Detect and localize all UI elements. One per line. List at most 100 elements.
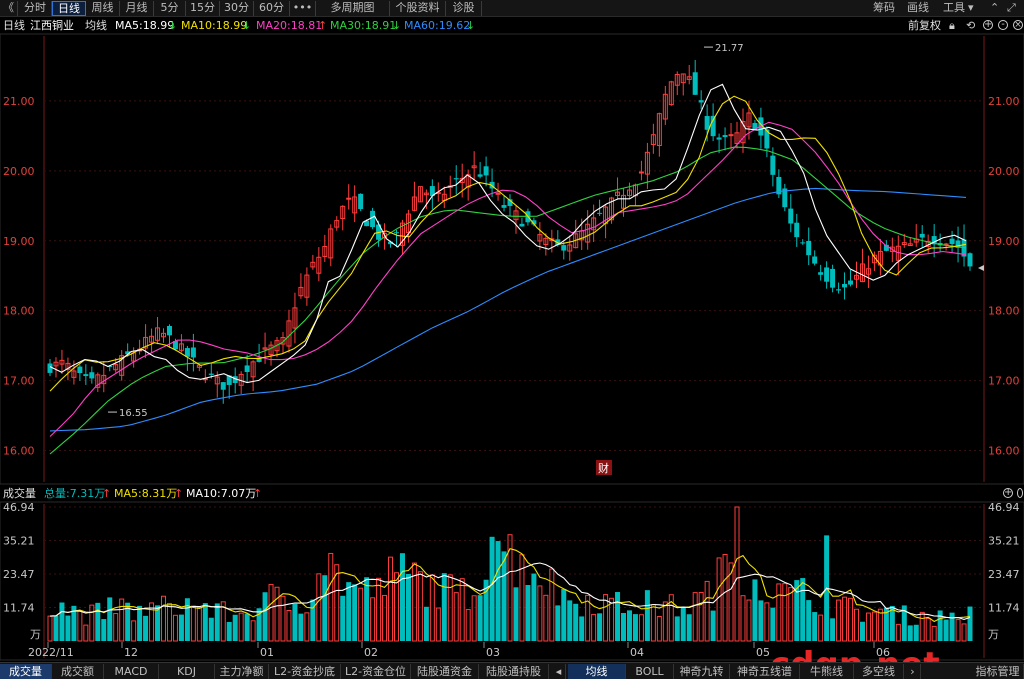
period-tab[interactable]: 30分	[220, 1, 254, 16]
ma-mode-label[interactable]: 均线	[85, 17, 107, 34]
indicator-tab[interactable]: 成交量	[0, 664, 52, 679]
volume-bar	[937, 610, 943, 641]
volume-bar	[812, 612, 818, 641]
volume-bar	[621, 612, 627, 641]
volume-bar	[806, 600, 812, 641]
candle-body	[836, 289, 842, 291]
zoom-in-icon[interactable]: +	[983, 20, 993, 30]
volume-bar	[399, 553, 405, 641]
indicator-tab[interactable]: 主力净额	[215, 664, 269, 679]
volume-bar	[913, 624, 919, 641]
volume-zoom-icon[interactable]: +	[1003, 488, 1013, 498]
expand-icon[interactable]: ⤢	[1007, 1, 1016, 16]
candle-body	[220, 382, 226, 390]
overlay-tab[interactable]: 神奇五线谱	[730, 664, 800, 679]
candle-body	[949, 238, 955, 245]
period-tab[interactable]: 日线	[52, 1, 86, 16]
period-tab[interactable]: 周线	[86, 1, 120, 16]
stock-name[interactable]: 江西铜业	[30, 17, 74, 34]
period-tab[interactable]: 个股资料	[390, 1, 446, 16]
period-tab[interactable]: 分时	[19, 1, 52, 16]
volume-bar	[423, 606, 429, 641]
volume-bar	[525, 585, 531, 641]
volume-tick-left: 23.47	[3, 568, 35, 581]
scroll-left-icon[interactable]: ◂	[552, 664, 566, 679]
volume-unit-right: 万	[988, 628, 999, 641]
adjust-label[interactable]: 前复权	[908, 17, 941, 34]
volume-ma5: MA5:8.31万	[114, 487, 178, 500]
candle-body	[722, 135, 728, 138]
chips-button[interactable]: 筹码	[873, 1, 895, 16]
pin-icon[interactable]: ⌃	[990, 1, 999, 16]
candle-body	[728, 134, 734, 137]
period-tab[interactable]: 多周期图	[316, 1, 390, 16]
candle-body	[818, 272, 824, 275]
candle-body	[358, 193, 364, 210]
overlay-tab[interactable]: 神奇九转	[674, 664, 730, 679]
volume-bar	[364, 577, 370, 641]
volume-bar	[555, 605, 561, 641]
period-tab[interactable]: 月线	[120, 1, 154, 16]
indicator-manage-button[interactable]: 指标管理	[972, 664, 1024, 679]
price-tick-left: 16.00	[3, 445, 35, 458]
tools-dropdown-icon[interactable]: ▾	[968, 1, 974, 16]
volume-close-icon[interactable]	[1017, 488, 1023, 498]
volume-bar	[232, 614, 238, 641]
period-tab[interactable]: •••	[290, 1, 316, 16]
indicator-tab[interactable]: MACD	[104, 664, 159, 679]
x-tick-label: 01	[260, 646, 274, 659]
price-tick-left: 20.00	[3, 165, 35, 178]
lock-icon[interactable]: 🔒︎	[949, 17, 955, 34]
volume-bar	[107, 597, 113, 641]
volume-bar	[770, 607, 776, 641]
back-button[interactable]: 《	[0, 1, 18, 16]
indicator-tab[interactable]: KDJ	[159, 664, 215, 679]
indicator-tab[interactable]: L2-资金抄底	[269, 664, 341, 679]
period-tab[interactable]: 5分	[154, 1, 186, 16]
scroll-right-icon[interactable]: ›	[905, 664, 921, 679]
volume-bar	[573, 603, 579, 641]
price-panel	[0, 33, 1024, 485]
draw-line-button[interactable]: 画线	[907, 1, 929, 16]
volume-unit-left: 万	[30, 628, 41, 641]
volume-bar	[477, 595, 483, 641]
candle-body	[842, 283, 848, 288]
candle-body	[788, 208, 794, 224]
ma10-arrow-icon: ↓	[242, 19, 252, 32]
volume-bar	[501, 551, 507, 641]
volume-bar	[101, 619, 107, 641]
candle-body	[716, 137, 722, 140]
indicator-tab[interactable]: L2-资金仓位	[341, 664, 411, 679]
indicator-tab[interactable]: 陆股通持股	[479, 664, 549, 679]
period-tab[interactable]: 15分	[186, 1, 220, 16]
volume-bar	[495, 541, 501, 641]
volume-bar	[949, 612, 955, 641]
refresh-icon[interactable]: ⟲	[966, 17, 975, 34]
ma5-arrow-icon: ↓	[168, 19, 178, 32]
zoom-out-icon[interactable]: -	[998, 20, 1008, 30]
candle-body	[477, 174, 483, 177]
volume-bar	[644, 590, 650, 641]
indicator-tab[interactable]: 成交额	[52, 664, 104, 679]
tools-button[interactable]: 工具	[943, 1, 965, 16]
volume-bar	[59, 602, 65, 641]
close-icon[interactable]: ×	[1013, 20, 1023, 30]
period-tab[interactable]: 60分	[254, 1, 290, 16]
volume-bar	[597, 613, 603, 641]
candle-body	[166, 326, 172, 336]
overlay-tab[interactable]: 牛熊线	[800, 664, 854, 679]
overlay-tab[interactable]: 多空线	[854, 664, 904, 679]
price-tick-left: 21.00	[3, 95, 35, 108]
overlay-tab[interactable]: 均线	[568, 664, 626, 679]
volume-bar	[889, 605, 895, 641]
ma60-arrow-icon: ↓	[466, 19, 476, 32]
overlay-tab[interactable]: BOLL	[626, 664, 674, 679]
volume-bar	[686, 614, 692, 641]
volume-bar	[208, 617, 214, 641]
volume-title[interactable]: 成交量	[3, 485, 36, 502]
volume-bar	[567, 600, 573, 641]
period-tab[interactable]: 诊股	[446, 1, 482, 16]
indicator-tab[interactable]: 陆股通资金	[411, 664, 479, 679]
candle-body	[83, 374, 89, 377]
ma20-arrow-icon: ↑	[318, 19, 328, 32]
